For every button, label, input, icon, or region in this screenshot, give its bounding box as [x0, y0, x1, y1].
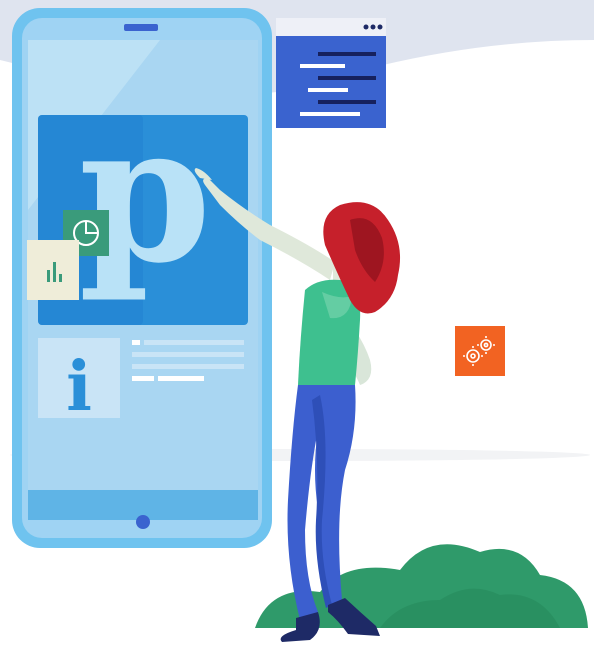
code-editor-window-icon	[276, 18, 386, 128]
settings-tile[interactable]	[455, 326, 505, 376]
app-letter-p: p	[79, 82, 212, 305]
info-icon: i	[66, 347, 92, 427]
bar-chart-tile[interactable]	[27, 240, 79, 300]
phone-speaker	[124, 24, 158, 31]
phone-app-illustration: p i	[0, 0, 594, 642]
info-tile[interactable]: i	[38, 338, 120, 427]
phone-home-button	[136, 515, 150, 529]
illustration-stage: p i	[0, 0, 594, 653]
